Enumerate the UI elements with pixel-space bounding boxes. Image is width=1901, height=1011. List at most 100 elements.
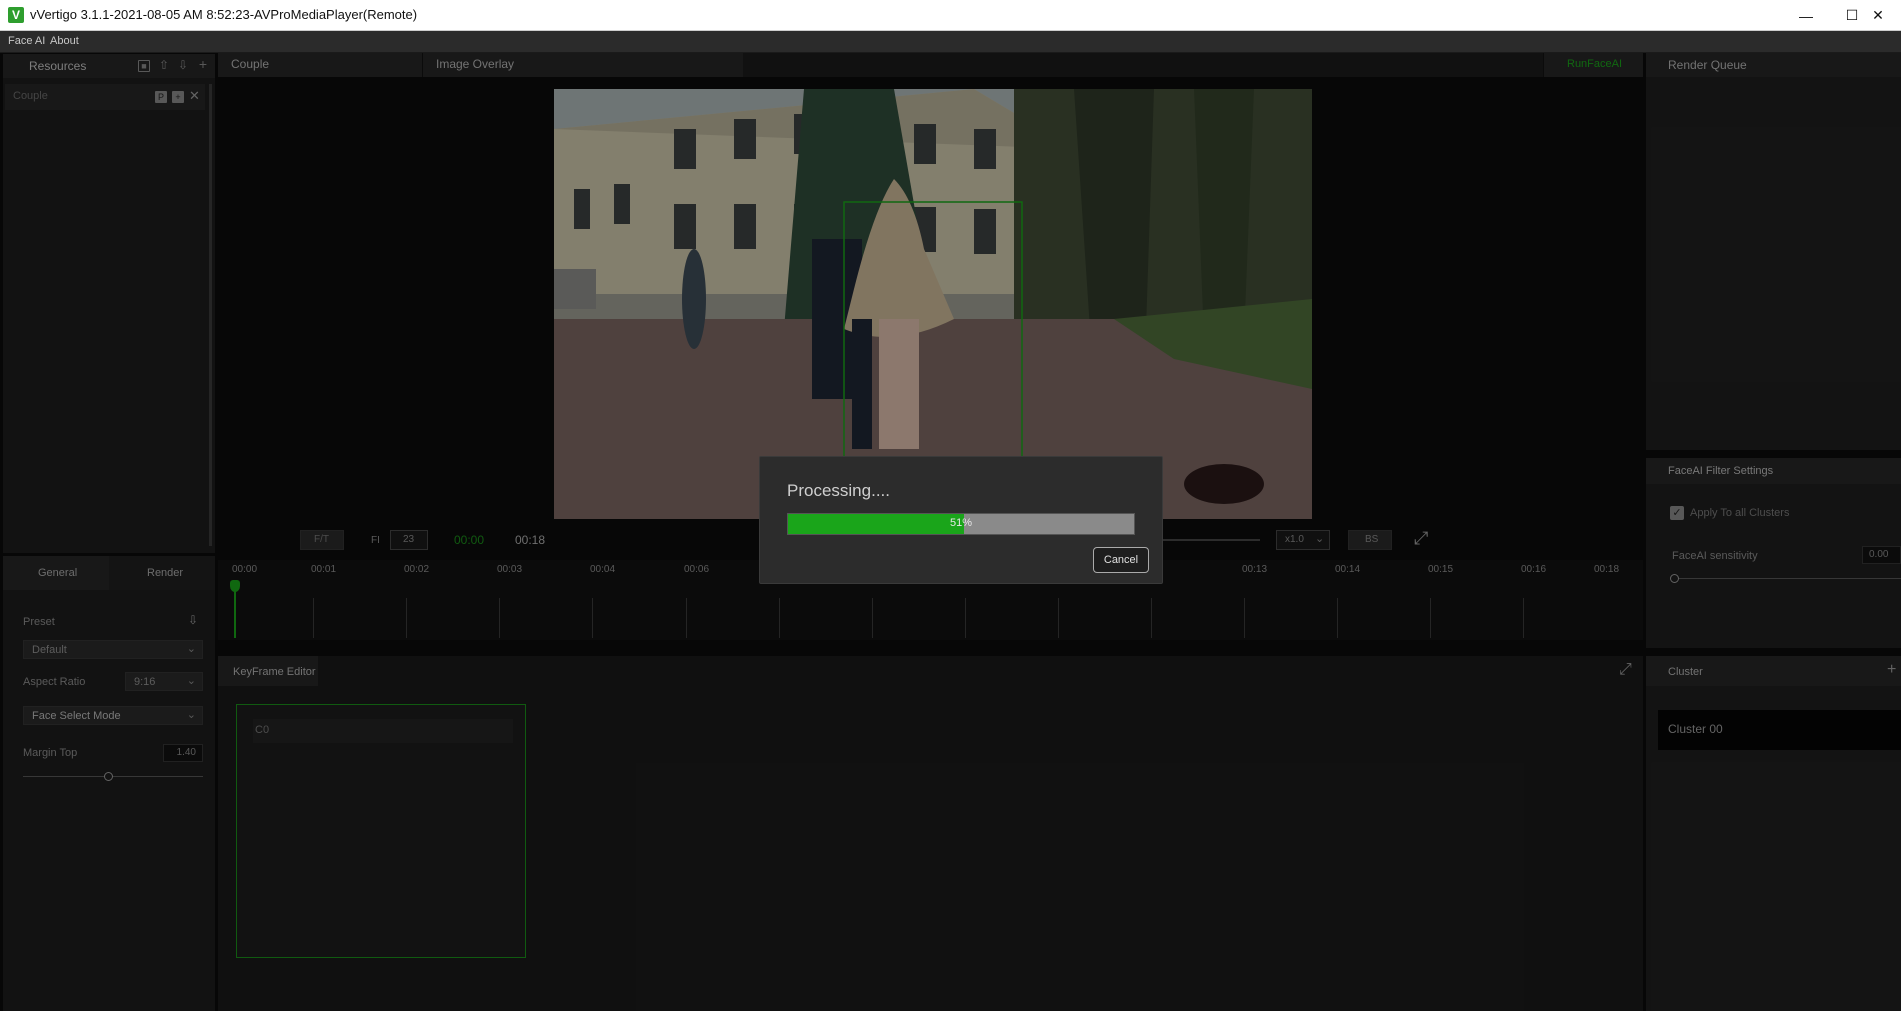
cancel-button[interactable]: Cancel xyxy=(1093,547,1149,573)
menu-item-face-ai[interactable]: Face AI xyxy=(8,35,45,47)
sensitivity-slider[interactable] xyxy=(1670,574,1901,583)
minimize-icon[interactable]: — xyxy=(1783,0,1829,31)
timeline-label: 00:00 xyxy=(232,564,258,575)
run-faceai-label: RunFaceAI xyxy=(1567,58,1623,70)
remove-icon[interactable]: ✕ xyxy=(189,88,200,104)
upload-icon[interactable]: ⇧ xyxy=(158,59,170,72)
frame-toggle-label: F/T xyxy=(314,534,329,545)
cluster-title: Cluster xyxy=(1668,666,1703,678)
slider-knob[interactable] xyxy=(103,772,113,781)
timeline-tick xyxy=(965,598,966,638)
menu-bar: Face AI About xyxy=(0,31,1901,53)
slider-knob[interactable] xyxy=(1670,574,1679,583)
resources-title: Resources xyxy=(29,59,87,73)
close-window-icon[interactable]: ✕ xyxy=(1855,0,1901,31)
timeline-label: 00:18 xyxy=(1594,564,1620,575)
fullscreen-icon[interactable]: ⤢ xyxy=(1414,528,1428,549)
faceai-filter-panel: FaceAI Filter Settings ✓ Apply To all Cl… xyxy=(1646,458,1901,648)
total-time: 00:18 xyxy=(515,533,546,547)
apply-all-checkbox[interactable]: ✓ xyxy=(1670,506,1684,520)
fi-label: FI xyxy=(371,535,380,546)
processing-title: Processing.... xyxy=(787,481,890,500)
speed-select[interactable]: x1.0 ⌄ xyxy=(1276,530,1330,550)
sensitivity-value: 0.00 xyxy=(1869,549,1889,560)
keyframe-card-label: C0 xyxy=(255,724,270,736)
cluster-item-label: Cluster 00 xyxy=(1668,722,1723,736)
tab-image-overlay[interactable]: Image Overlay xyxy=(423,53,743,77)
timeline-label: 00:14 xyxy=(1335,564,1361,575)
expand-icon[interactable]: ⤢ xyxy=(1619,661,1632,679)
video-frame-image xyxy=(554,89,1312,519)
resources-header: Resources ■ ⇧ ⇩ + xyxy=(3,54,215,78)
window-title-bar: V vVertigo 3.1.1-2021-08-05 AM 8:52:23-A… xyxy=(0,0,1901,31)
render-queue-panel: Render Queue xyxy=(1646,53,1901,450)
scrollbar[interactable] xyxy=(209,84,212,546)
cluster-item[interactable]: Cluster 00 xyxy=(1658,710,1901,750)
timeline-label: 00:13 xyxy=(1242,564,1268,575)
tab-render-label: Render xyxy=(147,567,184,579)
timeline-label: 00:16 xyxy=(1521,564,1547,575)
keyframe-editor: KeyFrame Editor ⤢ C0 xyxy=(218,656,1643,1011)
edit-icon[interactable]: P xyxy=(155,91,167,103)
bs-button[interactable]: BS xyxy=(1348,530,1392,550)
face-select-mode-value: Face Select Mode xyxy=(32,710,121,722)
processing-dialog: Processing.... 51% Cancel xyxy=(759,456,1163,584)
current-time: 00:00 xyxy=(454,533,485,547)
save-icon[interactable]: ■ xyxy=(138,60,150,72)
faceai-filter-title: FaceAI Filter Settings xyxy=(1668,465,1774,477)
progress-text: 51% xyxy=(949,517,973,529)
aspect-ratio-label: Aspect Ratio xyxy=(23,676,86,688)
timeline-tick xyxy=(499,598,500,638)
timeline-tick xyxy=(313,598,314,638)
sensitivity-label: FaceAI sensitivity xyxy=(1672,550,1758,562)
timeline-tick xyxy=(1523,598,1524,638)
frame-toggle-button[interactable]: F/T xyxy=(300,530,344,550)
video-preview[interactable] xyxy=(554,89,1312,519)
duplicate-icon[interactable]: + xyxy=(172,91,184,103)
margin-top-slider[interactable] xyxy=(23,772,203,781)
cluster-panel: Cluster + Cluster 00 xyxy=(1646,656,1901,1011)
app-logo-icon: V xyxy=(8,7,24,23)
tab-couple[interactable]: Couple xyxy=(218,53,423,77)
sensitivity-input[interactable]: 0.00 xyxy=(1862,546,1901,564)
timeline-playhead[interactable] xyxy=(230,580,240,638)
keyframe-card-header: C0 xyxy=(253,719,513,743)
timeline-label: 00:04 xyxy=(590,564,616,575)
timeline-label: 00:06 xyxy=(684,564,710,575)
timeline-tick xyxy=(1058,598,1059,638)
download-icon[interactable]: ⇩ xyxy=(177,59,189,72)
timeline-tick xyxy=(779,598,780,638)
keyframe-editor-tab[interactable]: KeyFrame Editor xyxy=(218,656,318,686)
chevron-down-icon: ⌄ xyxy=(186,709,196,721)
keyframe-card[interactable]: C0 xyxy=(236,704,526,958)
aspect-ratio-value: 9:16 xyxy=(134,676,156,688)
tab-render[interactable]: Render xyxy=(109,556,215,590)
keyframe-editor-title: KeyFrame Editor xyxy=(233,666,316,678)
timeline-tick xyxy=(1244,598,1245,638)
timeline-label: 00:03 xyxy=(497,564,523,575)
timeline-tick xyxy=(872,598,873,638)
download-preset-icon[interactable]: ⇩ xyxy=(188,613,198,627)
volume-slider[interactable] xyxy=(1160,539,1260,541)
cluster-header: Cluster + xyxy=(1646,656,1901,686)
face-select-mode-select[interactable]: Face Select Mode ⌄ xyxy=(23,706,203,725)
run-faceai-button[interactable]: RunFaceAI xyxy=(1543,53,1643,77)
timeline-tick xyxy=(592,598,593,638)
timeline-tick xyxy=(686,598,687,638)
fi-input[interactable]: 23 xyxy=(390,530,428,550)
chevron-down-icon: ⌄ xyxy=(1315,533,1325,545)
timeline-tick xyxy=(1337,598,1338,638)
editor-tab-strip: Couple Image Overlay RunFaceAI xyxy=(218,53,1643,77)
menu-item-about[interactable]: About xyxy=(50,35,79,47)
processing-progress-bar: 51% xyxy=(787,513,1135,535)
add-icon[interactable]: + xyxy=(197,57,209,71)
add-cluster-icon[interactable]: + xyxy=(1887,661,1896,679)
preset-select[interactable]: Default ⌄ xyxy=(23,640,203,659)
tab-general[interactable]: General xyxy=(3,556,109,590)
resource-item[interactable]: Couple P + ✕ xyxy=(5,84,205,110)
margin-top-input[interactable]: 1.40 xyxy=(163,744,203,762)
speed-value: x1.0 xyxy=(1285,534,1304,545)
aspect-ratio-select[interactable]: 9:16 ⌄ xyxy=(125,672,203,691)
timeline-tick xyxy=(1151,598,1152,638)
margin-top-label: Margin Top xyxy=(23,747,78,759)
